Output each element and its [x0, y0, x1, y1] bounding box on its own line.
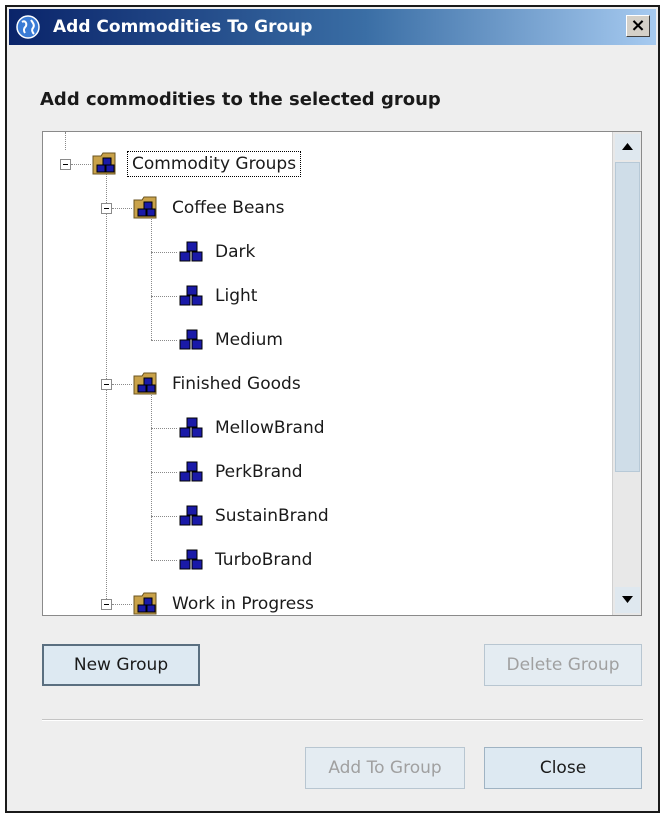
cubes-icon [179, 549, 203, 570]
cubes-icon [179, 505, 203, 526]
tree-node-group[interactable]: Finished Goods [132, 369, 305, 399]
tree-node-label: SustainBrand [215, 506, 329, 526]
vertical-scrollbar[interactable] [612, 132, 641, 615]
close-window-button[interactable]: × [626, 15, 650, 37]
tree-node-leaf[interactable]: TurboBrand [177, 545, 316, 575]
tree-node-leaf[interactable]: Dark [177, 237, 259, 267]
tree-connector [151, 214, 152, 340]
tree-node-leaf[interactable]: Medium [177, 325, 287, 355]
scroll-down-button[interactable] [615, 587, 640, 613]
add-to-group-button[interactable]: Add To Group [305, 747, 465, 789]
tree-connector [151, 296, 177, 297]
tree-connector [151, 390, 152, 560]
tree-connector [151, 340, 177, 341]
tree-connector [112, 384, 132, 385]
tree-node-leaf[interactable]: SustainBrand [177, 501, 333, 531]
tree-viewport: Commodity Groups Coffee Beans Dark Light… [43, 132, 611, 615]
cubes-icon [179, 285, 203, 306]
dialog-heading: Add commodities to the selected group [40, 89, 441, 110]
tree-node-label: Light [215, 286, 258, 306]
cubes-icon [179, 461, 203, 482]
tree-node-label: Coffee Beans [172, 198, 285, 218]
tree-connector [151, 516, 177, 517]
tree-node-label: MellowBrand [215, 418, 325, 438]
cubes-icon [179, 241, 203, 262]
tree-node-group[interactable]: Work in Progress [132, 589, 318, 615]
tree-node-label: PerkBrand [215, 462, 303, 482]
scroll-up-button[interactable] [615, 134, 640, 160]
folder-cubes-icon [92, 152, 116, 175]
tree-node-label: Finished Goods [172, 374, 301, 394]
window-title: Add Commodities To Group [53, 17, 313, 37]
close-icon: × [630, 15, 646, 36]
tree-connector [65, 132, 66, 150]
globe-icon [16, 15, 40, 39]
close-button[interactable]: Close [484, 747, 642, 789]
cubes-icon [179, 329, 203, 350]
new-group-button[interactable]: New Group [42, 644, 200, 686]
tree-node-label: Work in Progress [172, 594, 314, 614]
tree-connector [112, 604, 132, 605]
arrow-up-icon [622, 143, 633, 150]
title-bar[interactable]: Add Commodities To Group × [9, 9, 656, 45]
tree-node-label: Dark [215, 242, 256, 262]
tree-connector [71, 164, 91, 165]
tree-node-group[interactable]: Coffee Beans [132, 193, 288, 223]
tree-connector [151, 428, 177, 429]
arrow-down-icon [622, 596, 633, 603]
tree-node-leaf[interactable]: PerkBrand [177, 457, 307, 487]
folder-cubes-icon [133, 372, 157, 395]
tree-connector [151, 472, 177, 473]
collapse-icon[interactable] [101, 599, 112, 610]
tree-node-root[interactable]: Commodity Groups [91, 149, 302, 179]
collapse-icon[interactable] [101, 379, 112, 390]
tree-node-label: Medium [215, 330, 283, 350]
collapse-icon[interactable] [60, 159, 71, 170]
tree-node-label: TurboBrand [215, 550, 313, 570]
tree-node-label: Commodity Groups [127, 151, 302, 177]
tree-connector [151, 252, 177, 253]
add-commodities-dialog: Add Commodities To Group × Add commoditi… [5, 5, 660, 813]
delete-group-button[interactable]: Delete Group [484, 644, 642, 686]
folder-cubes-icon [133, 196, 157, 219]
cubes-icon [179, 417, 203, 438]
tree-node-leaf[interactable]: Light [177, 281, 261, 311]
tree-node-leaf[interactable]: MellowBrand [177, 413, 329, 443]
tree-connector [151, 560, 177, 561]
scroll-thumb[interactable] [615, 162, 640, 472]
button-separator [42, 719, 643, 721]
commodity-tree[interactable]: Commodity Groups Coffee Beans Dark Light… [42, 131, 642, 616]
tree-connector [112, 208, 132, 209]
collapse-icon[interactable] [101, 203, 112, 214]
folder-cubes-icon [133, 592, 157, 615]
